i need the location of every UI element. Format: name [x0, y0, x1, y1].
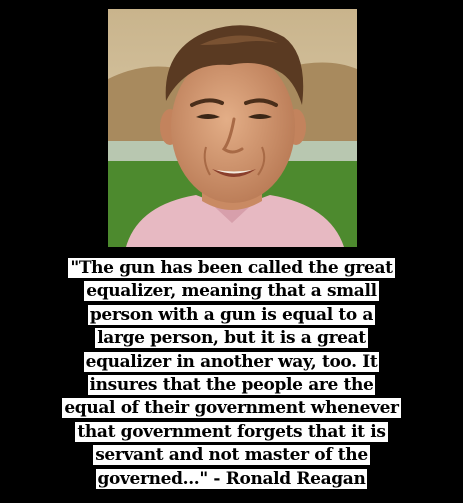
quote-line-text: "The gun has been called the great: [68, 258, 395, 278]
portrait-illustration: [108, 9, 357, 247]
quote-line: equalizer, meaning that a small: [0, 279, 463, 302]
quote-line-text: governed..." - Ronald Reagan: [95, 468, 368, 489]
meme-poster: "The gun has been called the great equal…: [0, 0, 463, 503]
quote-line-text: equal of their government whenever: [62, 398, 401, 419]
portrait-photo: [108, 9, 357, 247]
quote-line-text: large person, but it is a great: [95, 328, 368, 349]
quote-line-text: equalizer in another way, too. It: [83, 351, 380, 372]
quote-line: large person, but it is a great: [0, 326, 463, 349]
quote-line: governed..." - Ronald Reagan: [0, 467, 463, 490]
quote-line: "The gun has been called the great: [0, 256, 463, 279]
quote-line-text: person with a gun is equal to a: [87, 304, 376, 325]
quote-line-text: insures that the people are the: [87, 374, 376, 395]
quote-line: insures that the people are the: [0, 373, 463, 396]
quote-caption: "The gun has been called the great equal…: [0, 256, 463, 490]
quote-line-text: equalizer, meaning that a small: [84, 281, 379, 302]
quote-line: servant and not master of the: [0, 443, 463, 466]
quote-line-text: that government forgets that it is: [75, 421, 388, 442]
quote-line: equal of their government whenever: [0, 396, 463, 419]
quote-line-text: servant and not master of the: [93, 445, 370, 466]
quote-line: person with a gun is equal to a: [0, 303, 463, 326]
quote-line: that government forgets that it is: [0, 420, 463, 443]
quote-line: equalizer in another way, too. It: [0, 350, 463, 373]
